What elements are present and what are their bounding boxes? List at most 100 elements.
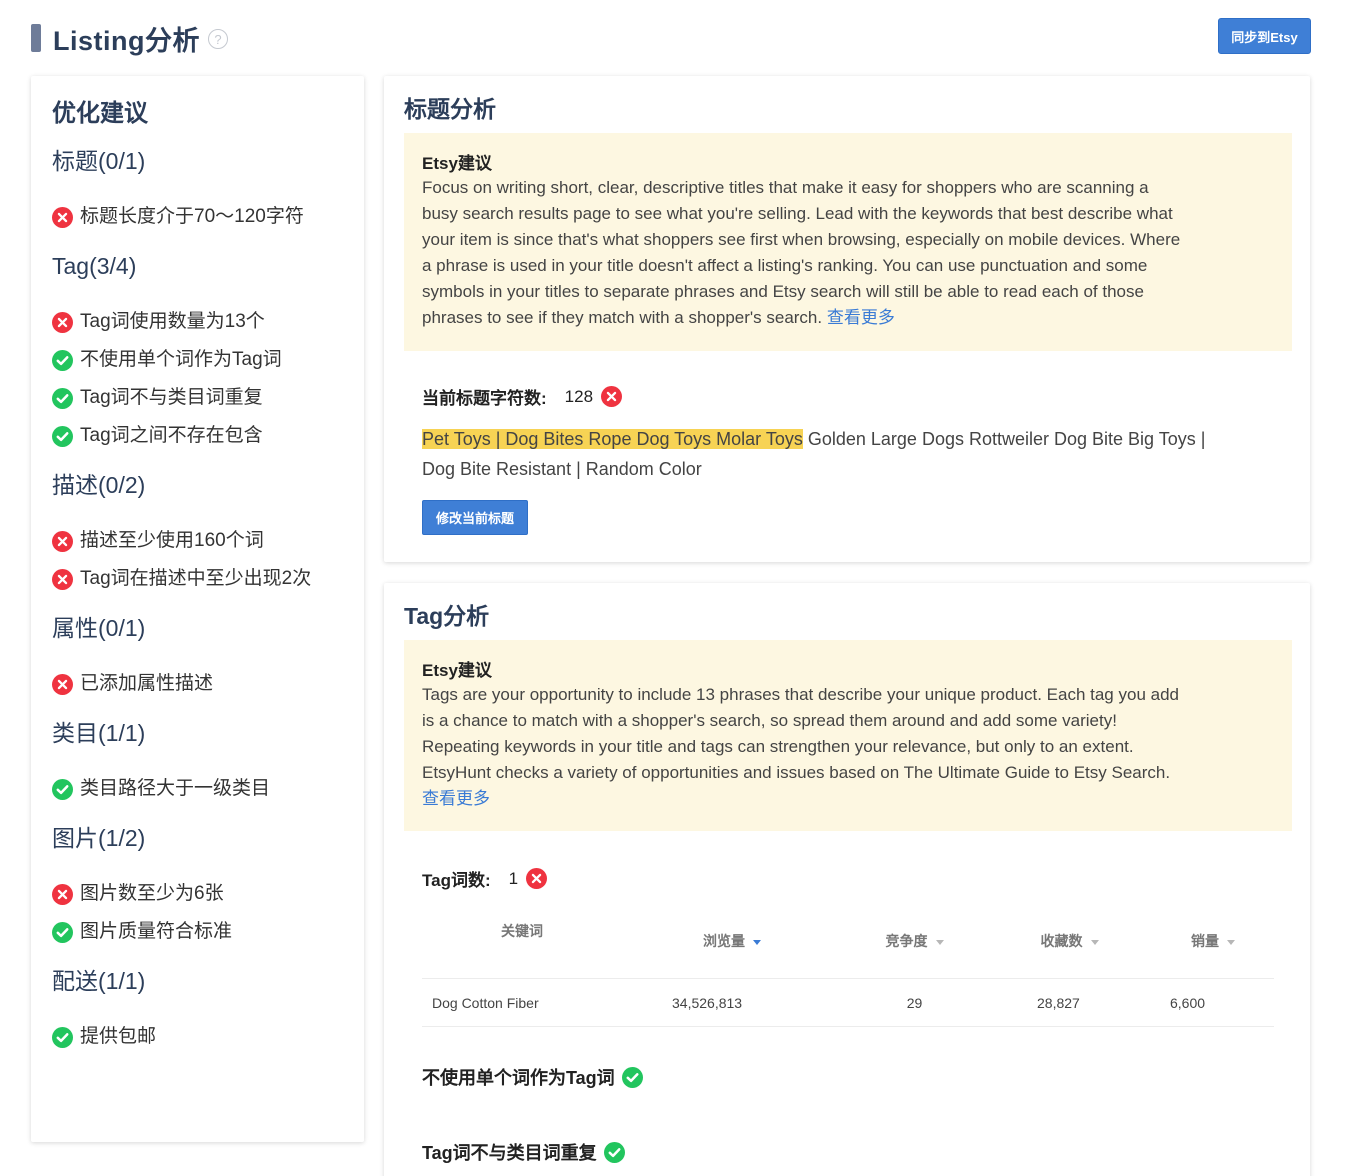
- rule-item: Tag词在描述中至少出现2次: [52, 567, 344, 591]
- rule-text: Tag词不与类目词重复: [80, 387, 263, 408]
- column-header-views[interactable]: 浏览量: [622, 903, 842, 978]
- section-heading: 类目(1/1): [52, 720, 146, 746]
- rule-text: 已添加属性描述: [80, 673, 214, 694]
- edit-title-button[interactable]: 修改当前标题: [422, 500, 528, 535]
- advice-line: Tags are your opportunity to include 13 …: [422, 685, 1179, 704]
- title-highlight: Pet Toys | Dog Bites Rope Dog Toys Molar…: [422, 429, 803, 449]
- advice-text: Tags are your opportunity to include 13 …: [422, 682, 1274, 812]
- check-circle-icon: [52, 921, 73, 943]
- check-label: 不使用单个词作为Tag词: [422, 1068, 615, 1088]
- advice-line: a phrase is used in your title doesn't a…: [422, 256, 1148, 275]
- advice-line: Repeating keywords in your title and tag…: [422, 737, 1134, 756]
- section-heading: Tag(3/4): [52, 253, 137, 279]
- char-count-value: 128: [564, 386, 594, 406]
- cell-sales: 6,600: [1170, 994, 1206, 1011]
- caret-down-icon: [935, 940, 944, 945]
- table-row: Dog Cotton Fiber 34,526,813 29 28,827 6,…: [422, 979, 1274, 1027]
- column-header-sales[interactable]: 销量: [1152, 903, 1274, 978]
- keyword-table: 关键词 浏览量 竞争度 收藏数 销量 Dog Cotton Fiber 34,5…: [422, 903, 1274, 1027]
- tag-count-row: Tag词数: 1: [422, 866, 548, 891]
- rule-text: 描述至少使用160个词: [80, 530, 264, 551]
- page-header: Listing分析 ?: [31, 18, 228, 58]
- check-label: Tag词不与类目词重复: [422, 1143, 597, 1163]
- rule-text: Tag词在描述中至少出现2次: [80, 568, 312, 589]
- view-more-link[interactable]: 查看更多: [827, 308, 895, 327]
- tag-analysis-card: Tag分析 Etsy建议 Tags are your opportunity t…: [384, 583, 1310, 1176]
- advice-line: symbols in your titles to separate phras…: [422, 282, 1144, 301]
- check-circle-icon: [52, 1026, 73, 1048]
- column-header-competition[interactable]: 竞争度: [842, 903, 987, 978]
- tag-count-value: 1: [508, 868, 519, 888]
- advice-label: Etsy建议: [422, 154, 492, 173]
- rule-item: Tag词使用数量为13个: [52, 310, 344, 334]
- section-heading: 属性(0/1): [52, 615, 146, 641]
- char-count-label: 当前标题字符数:: [422, 389, 547, 408]
- caret-down-icon: [1090, 940, 1099, 945]
- rule-item: 图片数至少为6张: [52, 882, 344, 906]
- caret-down-icon: [753, 940, 761, 945]
- title-analysis-heading: 标题分析: [404, 96, 496, 122]
- suggestion-sections: 标题(0/1) 标题长度介于70～120字符 Tag(3/4) Tag词使用数量为13…: [52, 147, 344, 1049]
- rule-item: 提供包邮: [52, 1025, 344, 1049]
- x-circle-icon: [52, 530, 73, 552]
- view-more-link[interactable]: 查看更多: [422, 789, 490, 808]
- rule-item: 不使用单个词作为Tag词: [52, 348, 344, 372]
- page-title: Listing分析: [53, 25, 200, 56]
- cell-competition: 29: [906, 994, 923, 1011]
- advice-line: is a chance to match with a shopper's se…: [422, 711, 1117, 730]
- tag-analysis-heading: Tag分析: [404, 603, 490, 629]
- caret-down-icon: [1227, 940, 1235, 945]
- advice-label: Etsy建议: [422, 661, 492, 680]
- check-circle-icon: [603, 1141, 625, 1163]
- x-circle-icon: [52, 673, 73, 695]
- table-header: 关键词 浏览量 竞争度 收藏数 销量: [422, 903, 1274, 979]
- advice-line: phrases to see if they match with a shop…: [422, 308, 895, 327]
- tag-check-category-duplicate: Tag词不与类目词重复: [422, 1139, 625, 1165]
- x-circle-icon: [52, 883, 73, 905]
- advice-line: Focus on writing short, clear, descripti…: [422, 178, 1149, 197]
- optimization-suggestions-panel: 优化建议 标题(0/1) 标题长度介于70～120字符 Tag(3/4) Tag词使用…: [31, 76, 364, 1142]
- section-heading: 描述(0/2): [52, 472, 146, 498]
- rule-item: 图片质量符合标准: [52, 920, 344, 944]
- cell-keyword: Dog Cotton Fiber: [432, 994, 539, 1011]
- rule-text: 类目路径大于一级类目: [80, 778, 271, 799]
- header-accent-bar: [31, 24, 41, 52]
- rule-item: Tag词之间不存在包含: [52, 424, 344, 448]
- x-circle-icon: [526, 868, 548, 889]
- sync-to-etsy-button[interactable]: 同步到Etsy: [1218, 18, 1311, 54]
- x-circle-icon: [52, 206, 73, 228]
- rule-item: Tag词不与类目词重复: [52, 386, 344, 410]
- title-etsy-advice: Etsy建议 Focus on writing short, clear, de…: [404, 133, 1292, 351]
- section-heading: 标题(0/1): [52, 148, 146, 174]
- section-heading: 配送(1/1): [52, 968, 146, 994]
- rule-text: 不使用单个词作为Tag词: [80, 349, 282, 370]
- column-header-favorites[interactable]: 收藏数: [987, 903, 1152, 978]
- rule-text: 提供包邮: [80, 1026, 157, 1047]
- check-circle-icon: [52, 387, 73, 409]
- rule-text: Tag词使用数量为13个: [80, 311, 265, 332]
- rule-text: 图片质量符合标准: [80, 921, 233, 942]
- check-circle-icon: [621, 1066, 643, 1088]
- current-title: Pet Toys | Dog Bites Rope Dog Toys Molar…: [422, 424, 1282, 484]
- rule-item: 描述至少使用160个词: [52, 529, 344, 553]
- advice-text: Focus on writing short, clear, descripti…: [422, 175, 1274, 331]
- cell-views: 34,526,813: [672, 994, 743, 1011]
- check-circle-icon: [52, 349, 73, 371]
- advice-line: your item is since that's what shoppers …: [422, 230, 1181, 249]
- column-header-keyword: 关键词: [501, 923, 543, 939]
- advice-line: busy search results page to see what you…: [422, 204, 1173, 223]
- title-line2: Dog Bite Resistant | Random Color: [422, 459, 702, 479]
- rule-item: 已添加属性描述: [52, 672, 344, 696]
- rule-text: 图片数至少为6张: [80, 883, 224, 904]
- rule-text: 标题长度介于70～120字符: [80, 206, 304, 227]
- tag-etsy-advice: Etsy建议 Tags are your opportunity to incl…: [404, 640, 1292, 831]
- check-circle-icon: [52, 778, 73, 800]
- tag-count-label: Tag词数:: [422, 871, 491, 890]
- cell-favorites: 28,827: [1037, 994, 1080, 1011]
- rule-item: 类目路径大于一级类目: [52, 777, 344, 801]
- x-circle-icon: [601, 386, 623, 407]
- rule-item: 标题长度介于70～120字符: [52, 205, 344, 229]
- help-icon[interactable]: ?: [208, 29, 228, 49]
- advice-line: EtsyHunt checks a variety of opportuniti…: [422, 763, 1171, 782]
- rule-text: Tag词之间不存在包含: [80, 425, 263, 446]
